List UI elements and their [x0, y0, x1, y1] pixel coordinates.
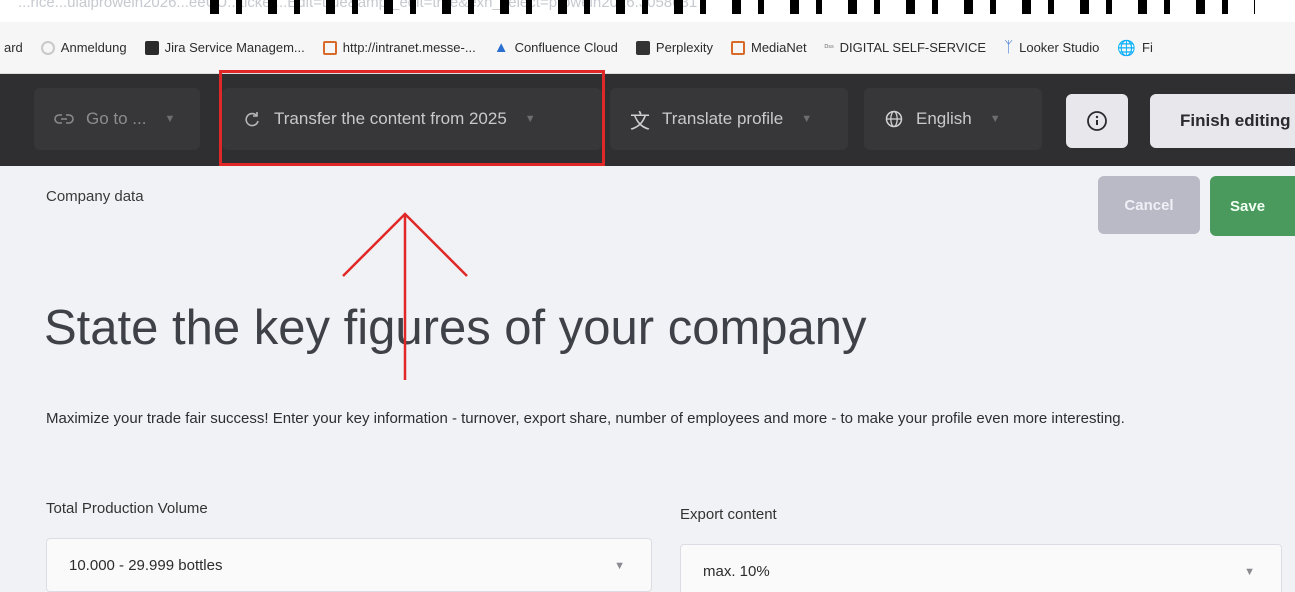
- annotation-arrow: [342, 212, 468, 380]
